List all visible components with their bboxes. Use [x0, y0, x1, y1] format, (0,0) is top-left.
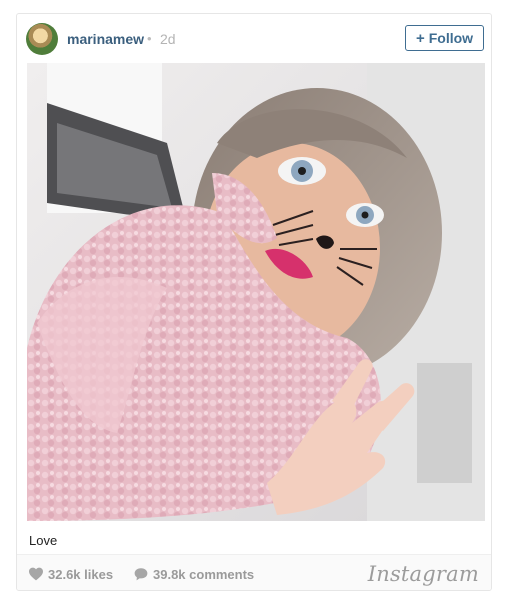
username-link[interactable]: marinamew [67, 31, 144, 47]
post-footer: 32.6k likes 39.8k comments Instagram [17, 554, 491, 590]
speech-bubble-icon [134, 568, 148, 581]
selfie-image [27, 63, 485, 521]
profile-avatar[interactable] [26, 23, 58, 55]
instagram-embed-card: marinamew • 2d + Follow Love 32.6k likes… [16, 13, 492, 591]
post-header: marinamew • 2d + Follow [17, 14, 491, 63]
likes-count: 32.6k likes [48, 567, 114, 582]
heart-icon [29, 567, 43, 581]
follow-button[interactable]: + Follow [405, 25, 484, 51]
plus-icon: + [415, 29, 425, 47]
comments-count: 39.8k comments [153, 567, 255, 582]
post-time: 2d [160, 31, 176, 47]
instagram-logo[interactable]: Instagram [368, 562, 479, 586]
follow-label: Follow [428, 30, 474, 46]
meta-separator: • [147, 31, 152, 46]
post-photo[interactable] [27, 63, 485, 521]
post-caption: Love [29, 533, 58, 548]
